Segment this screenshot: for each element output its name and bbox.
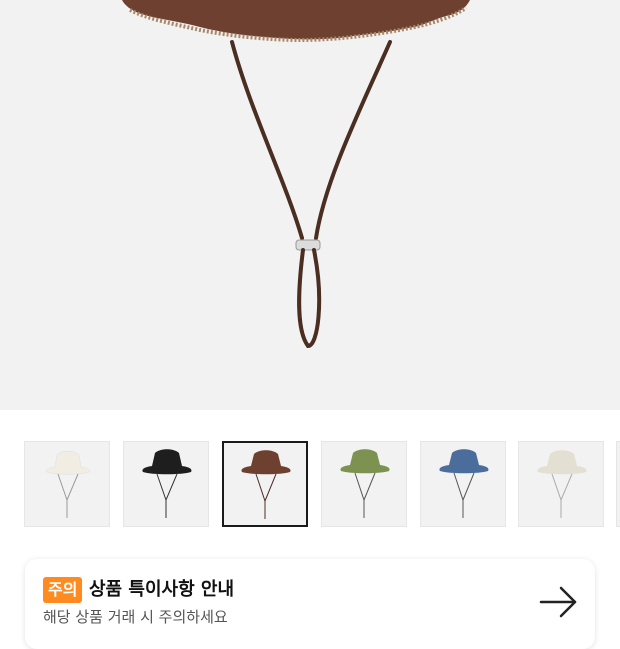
notice-title: 상품 특이사항 안내 <box>89 579 235 600</box>
color-thumbnail-list <box>0 441 620 529</box>
caution-badge: 주의 <box>43 577 83 603</box>
thumbnail-beige[interactable] <box>518 441 604 527</box>
product-notice-card[interactable]: 주의 상품 특이사항 안내 해당 상품 거래 시 주의하세요 <box>25 559 595 649</box>
hat-thumbnail-icon <box>340 449 390 518</box>
hat-image <box>122 0 470 349</box>
hat-thumbnail-icon <box>46 451 90 518</box>
notice-subtitle: 해당 상품 거래 시 주의하세요 <box>43 608 228 626</box>
hat-thumbnail-icon <box>439 449 489 518</box>
product-main-image[interactable] <box>0 0 620 410</box>
thumbnail-black[interactable] <box>123 441 209 527</box>
hat-thumbnail-icon <box>537 450 587 518</box>
arrow-right-icon[interactable] <box>539 585 579 623</box>
hat-thumbnail-icon <box>142 449 192 518</box>
thumbnail-cream[interactable] <box>24 441 110 527</box>
thumbnail-blue[interactable] <box>420 441 506 527</box>
hat-thumbnail-icon <box>241 450 291 519</box>
thumbnail-brown[interactable] <box>222 441 308 527</box>
thumbnail-next[interactable] <box>616 441 620 527</box>
thumbnail-khaki[interactable] <box>321 441 407 527</box>
